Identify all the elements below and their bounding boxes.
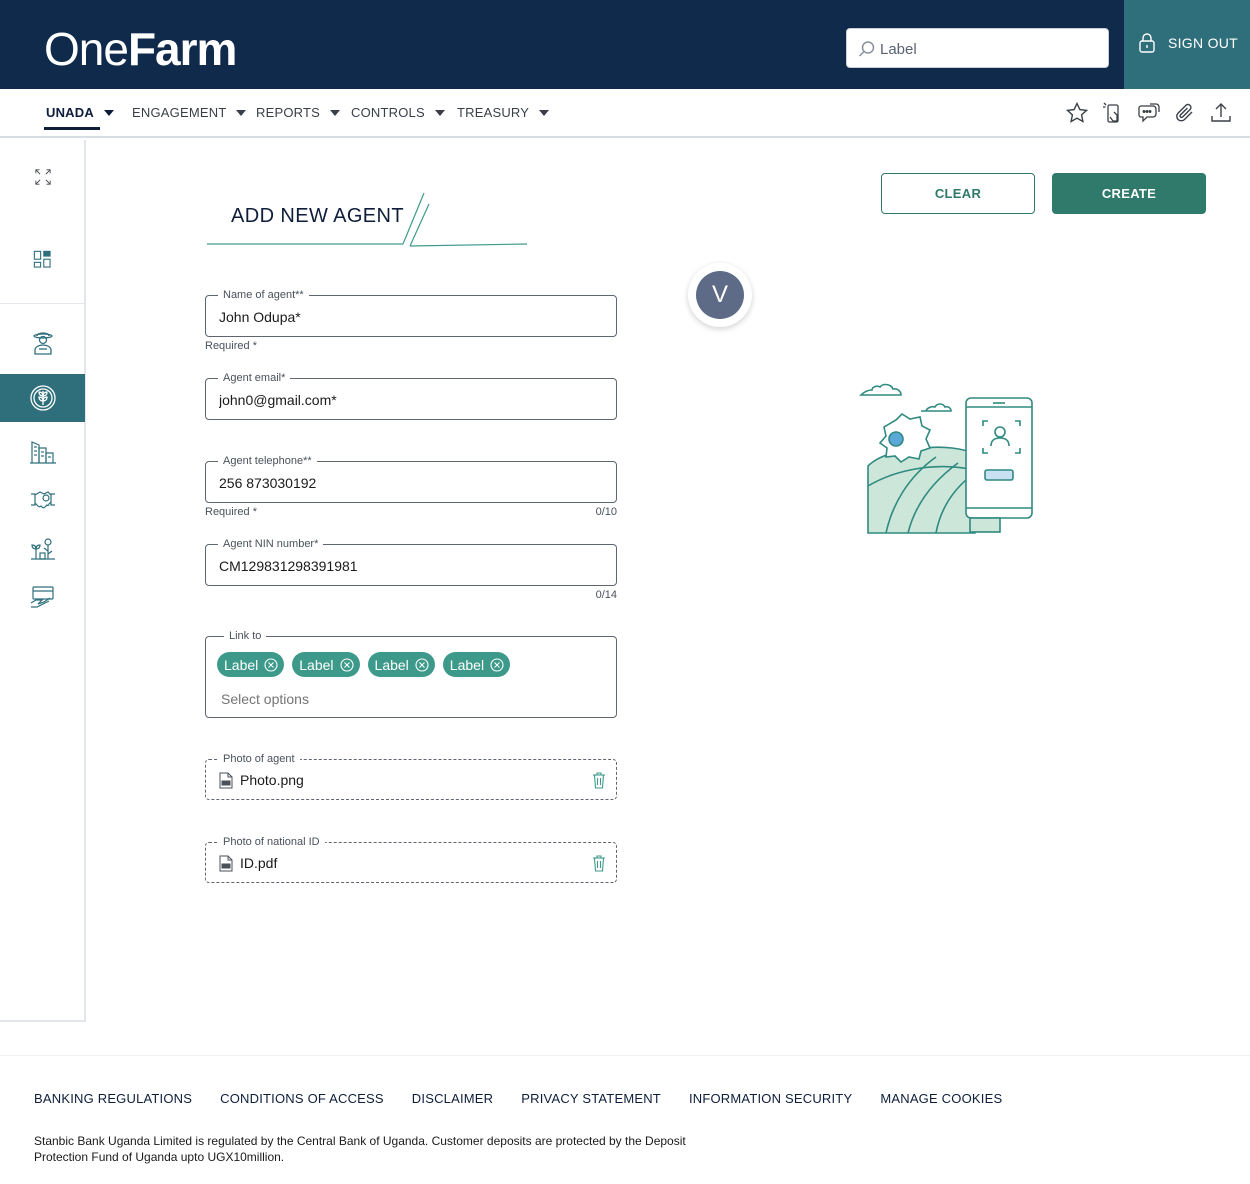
link-to-label: Link to <box>224 629 267 643</box>
caret-down-icon <box>236 109 247 116</box>
chip[interactable]: Label <box>217 652 285 677</box>
selected-chips: Label Label Label Label <box>217 652 511 677</box>
nav-item-controls[interactable]: CONTROLS <box>351 105 445 120</box>
nav-item-unada[interactable]: UNADA <box>46 105 114 120</box>
photo-national-id-label: Photo of national ID <box>218 835 325 849</box>
photo-agent-label: Photo of agent <box>218 752 300 766</box>
agent-telephone-helper: Required * 0/10 <box>205 506 617 518</box>
farm-mobile-illustration <box>859 383 1033 534</box>
app-header: OneFarm SIGN OUT <box>0 0 1250 89</box>
footer-link-information-security[interactable]: INFORMATION SECURITY <box>689 1091 852 1106</box>
main-nav: UNADA ENGAGEMENT REPORTS CONTROLS TREASU… <box>0 89 1250 138</box>
agent-name-field[interactable]: Name of agent** <box>205 288 617 337</box>
photo-agent-filename: Photo.png <box>240 772 304 788</box>
footer-link-conditions-of-access[interactable]: CONDITIONS OF ACCESS <box>220 1091 384 1106</box>
agent-telephone-input[interactable] <box>219 473 599 493</box>
page-title: ADD NEW AGENT <box>231 205 404 227</box>
chip[interactable]: Label <box>367 652 435 677</box>
footer-link-disclaimer[interactable]: DISCLAIMER <box>412 1091 493 1106</box>
buildings-icon[interactable] <box>0 429 85 475</box>
handshake-icon[interactable] <box>0 476 85 522</box>
caret-down-icon <box>103 109 114 116</box>
photo-agent-upload[interactable]: Photo of agent Photo.png <box>205 752 617 800</box>
search-icon <box>858 41 875 57</box>
caret-down-icon <box>330 109 341 116</box>
chat-icon[interactable] <box>1136 100 1162 126</box>
crops-icon[interactable] <box>0 525 85 571</box>
nav-item-engagement[interactable]: ENGAGEMENT <box>132 105 247 120</box>
page-title-block: ADD NEW AGENT <box>205 190 530 250</box>
remove-chip-icon[interactable] <box>264 657 278 672</box>
remove-chip-icon[interactable] <box>490 657 504 672</box>
dashboard-icon[interactable] <box>0 237 85 283</box>
avatar: V <box>696 271 744 319</box>
payment-icon[interactable] <box>0 574 85 620</box>
agent-email-field[interactable]: Agent email* <box>205 371 617 420</box>
sidebar <box>0 140 86 1022</box>
char-counter: 0/14 <box>595 589 617 601</box>
footer-link-manage-cookies[interactable]: MANAGE COOKIES <box>880 1091 1002 1106</box>
lock-icon <box>1139 33 1155 53</box>
nav-toolbar <box>1064 100 1234 126</box>
upload-icon[interactable] <box>1208 100 1234 126</box>
footer-link-banking-regulations[interactable]: BANKING REGULATIONS <box>34 1091 192 1106</box>
agent-name-helper: Required * <box>205 340 257 352</box>
clear-button[interactable]: CLEAR <box>881 173 1035 214</box>
agent-name-label: Name of agent** <box>218 288 309 302</box>
chip[interactable]: Label <box>442 652 511 677</box>
farmer-icon[interactable] <box>0 320 85 366</box>
footer-links: BANKING REGULATIONS CONDITIONS OF ACCESS… <box>34 1091 1002 1106</box>
file-icon <box>219 855 233 872</box>
link-to-input[interactable] <box>221 689 601 709</box>
active-tab-indicator <box>44 127 100 130</box>
sign-out-button[interactable]: SIGN OUT <box>1124 0 1250 89</box>
caret-down-icon <box>434 109 445 116</box>
onefarm-logo[interactable]: OneFarm <box>44 22 237 76</box>
link-to-multiselect[interactable]: Link to Label Label Label Label <box>205 629 617 718</box>
agent-nin-field[interactable]: Agent NIN number* <box>205 537 617 586</box>
caret-down-icon <box>539 109 550 116</box>
sidebar-divider <box>0 303 85 304</box>
agent-telephone-label: Agent telephone** <box>218 454 317 468</box>
attachment-icon[interactable] <box>1172 100 1198 126</box>
agent-name-input[interactable] <box>219 307 599 327</box>
chip[interactable]: Label <box>292 652 360 677</box>
search-input[interactable] <box>880 37 1100 61</box>
trash-icon[interactable] <box>592 771 606 789</box>
char-counter: 0/10 <box>595 506 617 518</box>
photo-national-id-upload[interactable]: Photo of national ID ID.pdf <box>205 835 617 883</box>
avatar-button[interactable]: V <box>688 263 752 327</box>
touch-device-icon[interactable] <box>1100 100 1126 126</box>
create-button[interactable]: CREATE <box>1052 173 1206 214</box>
photo-national-id-filename: ID.pdf <box>240 855 278 871</box>
search-box[interactable] <box>846 28 1109 68</box>
star-icon[interactable] <box>1064 100 1090 126</box>
sign-out-label: SIGN OUT <box>1167 35 1239 51</box>
agent-nin-label: Agent NIN number* <box>218 537 324 551</box>
remove-chip-icon[interactable] <box>415 657 429 672</box>
agent-nin-input[interactable] <box>219 556 599 576</box>
agent-email-input[interactable] <box>219 390 599 410</box>
footer-disclaimer-text: Stanbic Bank Uganda Limited is regulated… <box>34 1134 686 1164</box>
nav-item-treasury[interactable]: TREASURY <box>457 105 550 120</box>
footer-link-privacy-statement[interactable]: PRIVACY STATEMENT <box>521 1091 661 1106</box>
nav-item-reports[interactable]: REPORTS <box>256 105 341 120</box>
agent-email-label: Agent email* <box>218 371 291 385</box>
expand-icon[interactable] <box>0 154 85 200</box>
remove-chip-icon[interactable] <box>339 657 354 672</box>
agent-telephone-field[interactable]: Agent telephone** <box>205 454 617 503</box>
agent-plant-icon[interactable] <box>0 374 85 422</box>
trash-icon[interactable] <box>592 854 606 872</box>
footer: BANKING REGULATIONS CONDITIONS OF ACCESS… <box>0 1055 1250 1184</box>
file-icon <box>219 772 233 789</box>
